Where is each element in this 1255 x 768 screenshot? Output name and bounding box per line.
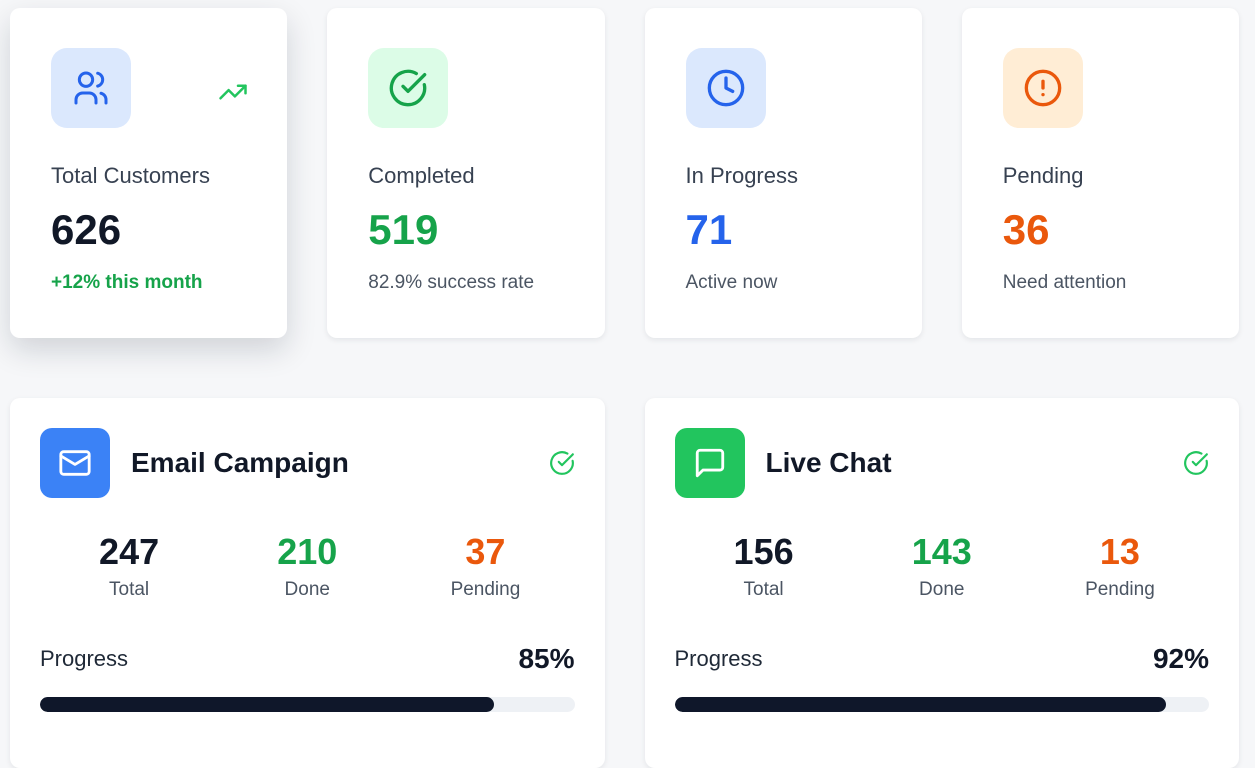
channel-metrics: 156 Total 143 Done 13 Pending [675,528,1210,601]
stat-card-in-progress[interactable]: In Progress 71 Active now [644,8,922,338]
metric-total: 156 Total [675,528,853,601]
stat-value: 36 [1002,206,1050,253]
metric-pending: 37 Pending [396,528,574,601]
stat-subtext: +12% this month [51,272,203,293]
check-circle-icon [549,451,574,475]
channel-header: Email Campaign [40,428,575,498]
progress-percent: 85% [518,643,575,674]
stat-icon-tile [685,48,766,128]
stat-card-pending[interactable]: Pending 36 Need attention [961,8,1239,338]
metric-label: Pending [1085,579,1155,600]
progress-bar [674,697,1209,712]
stat-label: Total Customers [51,163,210,188]
metric-value: 37 [465,531,506,572]
stat-value: 519 [368,206,439,253]
stats-row: Total Customers 626 +12% this month Comp… [10,8,1239,338]
trending-up-icon [217,76,249,108]
progress-label: Progress [674,646,763,671]
channel-icon-tile [674,428,745,498]
channel-card-live-chat[interactable]: Live Chat 156 Total 143 Done 13 Pending … [644,398,1239,768]
progress-row: Progress 85% [40,643,575,675]
metric-label: Total [109,579,150,600]
metric-value: 247 [99,531,160,572]
progress-percent: 92% [1152,643,1209,674]
check-circle-icon [389,69,427,107]
channel-metrics: 247 Total 210 Done 37 Pending [40,528,575,601]
metric-done: 143 Done [853,528,1031,601]
progress-label: Progress [40,646,129,671]
message-square-icon [695,448,724,478]
stat-value: 626 [51,206,122,253]
metric-label: Done [919,579,965,600]
mail-icon [59,450,91,476]
metric-done: 210 Done [218,528,396,601]
check-circle-icon [1184,451,1208,475]
metric-value: 156 [733,531,794,572]
alert-circle-icon [1024,69,1062,107]
metric-total: 247 Total [40,528,218,601]
progress-bar-fill [674,697,1167,712]
stat-subtext: Active now [685,272,778,293]
stat-label: In Progress [685,163,799,188]
stat-label: Pending [1002,163,1084,188]
stat-label: Completed [368,163,475,188]
users-icon [74,71,108,105]
channels-row: Email Campaign 247 Total 210 Done 37 Pen… [10,398,1239,768]
channel-card-email-campaign[interactable]: Email Campaign 247 Total 210 Done 37 Pen… [10,398,605,768]
stat-subtext: 82.9% success rate [368,272,535,293]
stat-subtext: Need attention [1002,272,1127,293]
clock-icon [707,69,744,107]
stat-value: 71 [685,206,733,253]
stat-icon-tile [51,48,131,128]
channel-title: Live Chat [765,447,892,478]
metric-value: 210 [277,531,338,572]
channel-header: Live Chat [674,428,1210,498]
metric-value: 13 [1099,531,1140,572]
stat-icon-tile [1002,48,1083,128]
metric-label: Total [743,579,784,600]
metric-value: 143 [911,531,972,572]
channel-title: Email Campaign [131,447,349,478]
stat-card-total-customers[interactable]: Total Customers 626 +12% this month [10,8,288,338]
metric-label: Pending [450,579,521,600]
stat-icon-tile [368,48,449,128]
progress-bar [40,697,575,712]
metric-label: Done [284,579,330,600]
channel-icon-tile [40,428,110,498]
stat-card-completed[interactable]: Completed 519 82.9% success rate [327,8,605,338]
metric-pending: 13 Pending [1031,528,1209,601]
progress-row: Progress 92% [675,643,1210,675]
progress-bar-fill [40,697,495,712]
